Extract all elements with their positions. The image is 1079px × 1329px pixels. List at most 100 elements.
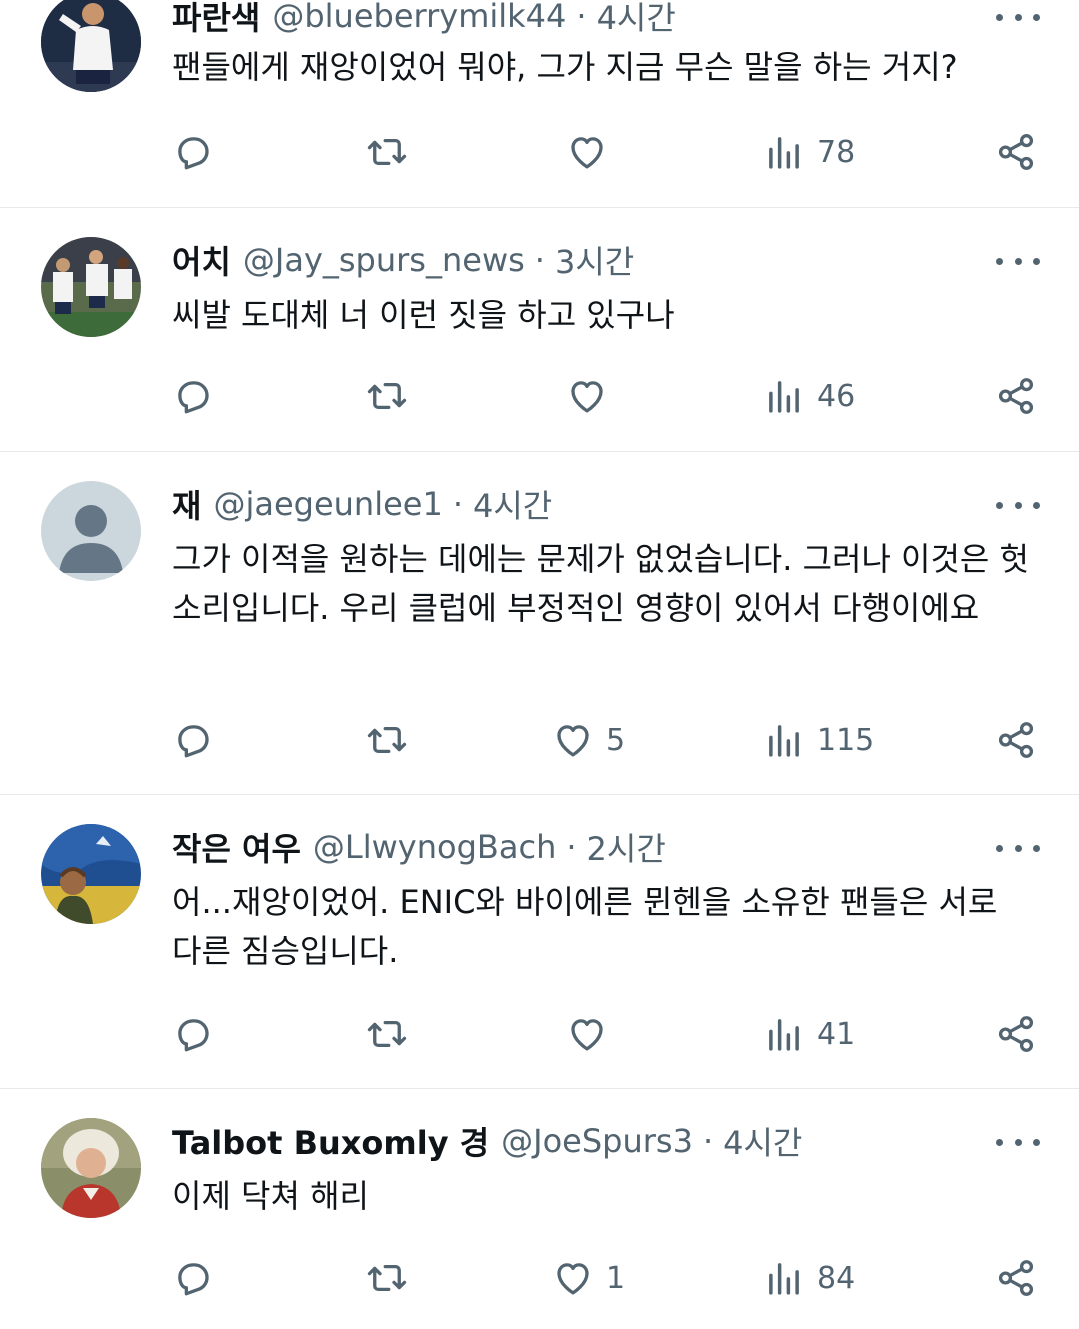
tweet-header: 어치 @Jay_spurs_news · 3시간 bbox=[172, 238, 634, 282]
retweet-button[interactable] bbox=[366, 373, 408, 419]
reply-button[interactable] bbox=[172, 373, 214, 419]
reply-button[interactable] bbox=[172, 717, 214, 763]
more-icon[interactable] bbox=[996, 495, 1040, 515]
share-button[interactable] bbox=[995, 1011, 1037, 1057]
separator-dot: · bbox=[702, 1122, 714, 1160]
reply-icon bbox=[172, 1013, 214, 1055]
display-name[interactable]: Talbot Buxomly 경 bbox=[172, 1118, 489, 1164]
tweet[interactable]: 작은 여우 @LlwynogBach · 2시간 어...재앙이었어. ENIC… bbox=[0, 795, 1079, 1089]
tweet-text: 씨발 도대체 너 이런 짓을 하고 있구나 bbox=[172, 296, 675, 334]
views-count: 78 bbox=[817, 134, 856, 170]
tweet-header: 재 @jaegeunlee1 · 4시간 bbox=[172, 482, 552, 526]
display-name[interactable]: 재 bbox=[172, 481, 201, 527]
more-icon[interactable] bbox=[996, 838, 1040, 858]
like-button[interactable] bbox=[566, 1011, 608, 1057]
avatar-image bbox=[41, 824, 141, 924]
reply-icon bbox=[172, 131, 214, 173]
separator-dot: · bbox=[534, 241, 545, 279]
more-icon[interactable] bbox=[996, 251, 1040, 271]
avatar[interactable] bbox=[41, 1118, 141, 1218]
timestamp[interactable]: 2시간 bbox=[587, 824, 666, 870]
avatar-image bbox=[41, 1118, 141, 1218]
share-icon bbox=[995, 1257, 1037, 1299]
like-button[interactable]: 5 bbox=[552, 717, 625, 763]
retweet-icon bbox=[366, 1257, 408, 1299]
reply-icon bbox=[172, 719, 214, 761]
views-button[interactable]: 41 bbox=[763, 1011, 855, 1057]
views-count: 115 bbox=[817, 722, 875, 758]
like-count: 5 bbox=[606, 722, 626, 758]
views-icon bbox=[763, 719, 805, 761]
separator-dot: · bbox=[452, 485, 463, 523]
tweet-text: 이제 닥쳐 해리 bbox=[172, 1177, 369, 1215]
views-icon bbox=[763, 131, 805, 173]
views-button[interactable]: 78 bbox=[763, 129, 855, 175]
share-icon bbox=[995, 131, 1037, 173]
tweet-header: Talbot Buxomly 경 @JoeSpurs3 · 4시간 bbox=[172, 1119, 802, 1163]
timestamp[interactable]: 4시간 bbox=[473, 481, 552, 527]
display-name[interactable]: 파란색 bbox=[172, 0, 260, 39]
more-icon[interactable] bbox=[996, 1132, 1040, 1152]
display-name[interactable]: 어치 bbox=[172, 237, 231, 283]
views-button[interactable]: 84 bbox=[763, 1255, 855, 1301]
like-icon bbox=[552, 719, 594, 761]
retweet-icon bbox=[366, 131, 408, 173]
share-icon bbox=[995, 719, 1037, 761]
avatar[interactable] bbox=[41, 237, 141, 337]
action-bar: 41 bbox=[0, 1011, 1079, 1057]
views-count: 84 bbox=[817, 1260, 856, 1296]
tweet[interactable]: 어치 @Jay_spurs_news · 3시간 씨발 도대체 너 이런 짓을 … bbox=[0, 208, 1079, 452]
like-button[interactable] bbox=[566, 373, 608, 419]
like-button[interactable]: 1 bbox=[552, 1255, 625, 1301]
retweet-button[interactable] bbox=[366, 1011, 408, 1057]
avatar-image bbox=[41, 481, 141, 581]
tweet-header: 작은 여우 @LlwynogBach · 2시간 bbox=[172, 825, 666, 869]
retweet-icon bbox=[366, 719, 408, 761]
retweet-button[interactable] bbox=[366, 1255, 408, 1301]
avatar-image bbox=[41, 0, 141, 92]
like-button[interactable] bbox=[566, 129, 608, 175]
like-count: 1 bbox=[606, 1260, 626, 1296]
action-bar: 5 115 bbox=[0, 717, 1079, 763]
username[interactable]: @LlwynogBach bbox=[313, 828, 556, 866]
tweet-text: 어...재앙이었어. ENIC와 바이에른 뮌헨을 소유한 팬들은 서로 다른 … bbox=[172, 883, 998, 970]
username[interactable]: @blueberrymilk44 bbox=[272, 0, 566, 35]
retweet-icon bbox=[366, 375, 408, 417]
views-count: 46 bbox=[817, 378, 856, 414]
views-icon bbox=[763, 1013, 805, 1055]
username[interactable]: @JoeSpurs3 bbox=[501, 1122, 693, 1160]
action-bar: 78 bbox=[0, 129, 1079, 175]
timestamp[interactable]: 4시간 bbox=[723, 1118, 802, 1164]
timestamp[interactable]: 3시간 bbox=[555, 237, 634, 283]
views-button[interactable]: 46 bbox=[763, 373, 855, 419]
action-bar: 1 84 bbox=[0, 1255, 1079, 1301]
share-button[interactable] bbox=[995, 717, 1037, 763]
like-icon bbox=[566, 131, 608, 173]
share-icon bbox=[995, 375, 1037, 417]
share-button[interactable] bbox=[995, 1255, 1037, 1301]
username[interactable]: @jaegeunlee1 bbox=[213, 485, 442, 523]
like-icon bbox=[552, 1257, 594, 1299]
more-icon[interactable] bbox=[996, 7, 1040, 27]
retweet-button[interactable] bbox=[366, 129, 408, 175]
retweet-button[interactable] bbox=[366, 717, 408, 763]
action-bar: 46 bbox=[0, 373, 1079, 419]
share-button[interactable] bbox=[995, 373, 1037, 419]
reply-icon bbox=[172, 375, 214, 417]
avatar[interactable] bbox=[41, 481, 141, 581]
tweet[interactable]: 파란색 @blueberrymilk44 · 4시간 팬들에게 재앙이었어 뭐야… bbox=[0, 0, 1079, 208]
views-button[interactable]: 115 bbox=[763, 717, 874, 763]
reply-button[interactable] bbox=[172, 1011, 214, 1057]
avatar[interactable] bbox=[41, 0, 141, 92]
username[interactable]: @Jay_spurs_news bbox=[243, 241, 525, 279]
tweet-text: 팬들에게 재앙이었어 뭐야, 그가 지금 무슨 말을 하는 거지? bbox=[172, 48, 958, 86]
reply-button[interactable] bbox=[172, 1255, 214, 1301]
reply-button[interactable] bbox=[172, 129, 214, 175]
display-name[interactable]: 작은 여우 bbox=[172, 824, 301, 870]
timestamp[interactable]: 4시간 bbox=[597, 0, 676, 39]
tweet[interactable]: 재 @jaegeunlee1 · 4시간 그가 이적을 원하는 데에는 문제가 … bbox=[0, 452, 1079, 795]
avatar[interactable] bbox=[41, 824, 141, 924]
views-count: 41 bbox=[817, 1016, 856, 1052]
tweet[interactable]: Talbot Buxomly 경 @JoeSpurs3 · 4시간 이제 닥쳐 … bbox=[0, 1089, 1079, 1329]
share-button[interactable] bbox=[995, 129, 1037, 175]
